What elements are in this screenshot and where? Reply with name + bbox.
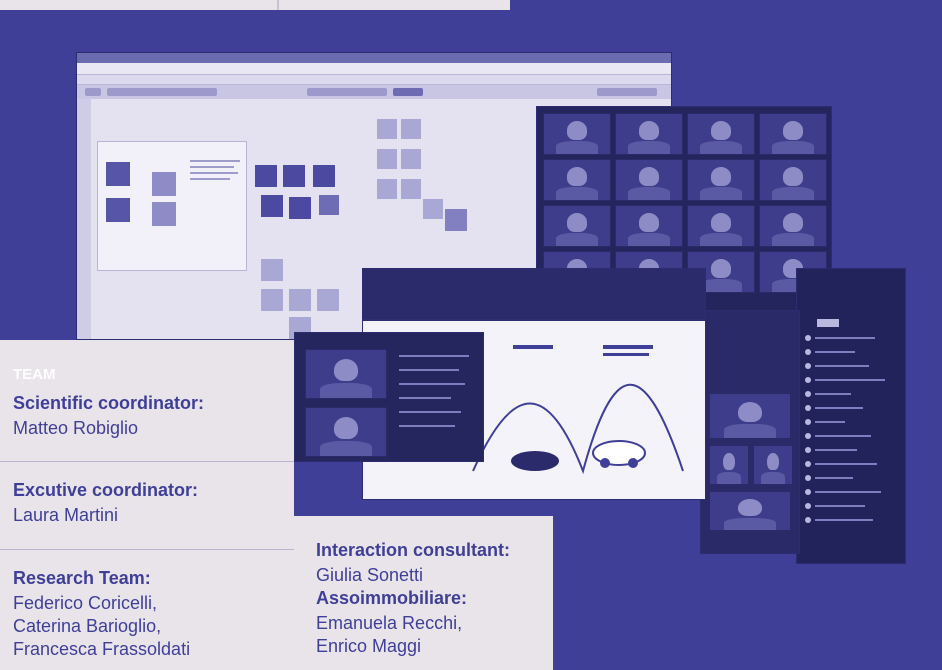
participant-list-screenshot [796, 268, 906, 564]
browser-tabbar [77, 53, 671, 63]
assoimmobiliare-member: Enrico Maggi [316, 636, 422, 656]
executive-coordinator-title: Excutive coordinator: [13, 480, 199, 500]
browser-urlbar [77, 63, 671, 75]
research-team-title: Research Team: [13, 568, 151, 588]
meeting-screenshot [294, 332, 484, 462]
top-text-panel [0, 0, 510, 10]
browser-bookmarks [77, 75, 671, 85]
assoimmobiliare-title: Assoimmobiliare: [316, 588, 468, 608]
divider [0, 549, 294, 550]
board-instruction-card [97, 141, 247, 271]
board-toolbar [77, 85, 671, 99]
interaction-consultant-name: Giulia Sonetti [316, 565, 424, 585]
speaker-thumbnails-screenshot [700, 310, 800, 554]
consultants-panel: Interaction consultant: Giulia Sonetti A… [294, 516, 553, 670]
team-credits-panel: TEAM Scientific coordinator: Matteo Robi… [0, 340, 294, 670]
assoimmobiliare-member: Emanuela Recchi, [316, 613, 463, 633]
team-heading: TEAM [13, 366, 56, 383]
panel-divider [277, 0, 279, 10]
scientific-coordinator-title: Scientific coordinator: [13, 393, 205, 413]
research-team-member: Francesca Frassoldati [13, 639, 191, 659]
scientific-coordinator-name: Matteo Robiglio [13, 418, 139, 438]
divider [0, 461, 294, 462]
board-left-toolbar [77, 99, 91, 339]
executive-coordinator-name: Laura Martini [13, 505, 119, 525]
research-team-member: Caterina Barioglio, [13, 616, 162, 636]
slide-controls [363, 269, 705, 319]
interaction-consultant-title: Interaction consultant: [316, 540, 511, 560]
research-team-member: Federico Coricelli, [13, 593, 158, 613]
